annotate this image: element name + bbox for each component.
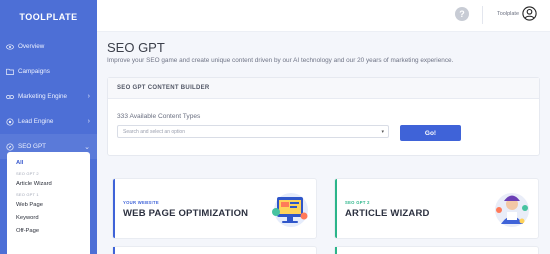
compass-icon [6,142,14,151]
sidebar-item-overview[interactable]: Overview [0,34,97,59]
submenu-item-off-page[interactable]: Off-Page [7,224,90,237]
folder-icon [6,68,14,76]
card-accent [113,179,115,238]
content-type-select[interactable]: Search and select an option ▾ [117,125,389,138]
wizard-illustration-icon [488,188,534,230]
website-illustration-icon [266,188,312,230]
panel-header: SEO GPT CONTENT BUILDER [108,78,539,99]
chevron-down-icon: ⌄ [84,143,90,151]
submenu-item-web-page[interactable]: Web Page [7,198,90,211]
card-kicker: YOUR WEBSITE [123,200,159,205]
divider [482,6,483,24]
question-icon[interactable]: ? [455,7,469,21]
card-partial[interactable] [112,246,317,254]
card-accent [113,247,115,254]
card-article-wizard[interactable]: SEO GPT 2 ARTICLE WIZARD [334,178,539,239]
card-accent [335,179,337,238]
sidebar-item-label: SEO GPT [18,143,46,150]
sidebar: TOOLPLATE Overview Campaigns Marketing E… [0,0,97,254]
card-kicker: SEO GPT 2 [345,200,370,205]
card-accent [335,247,337,254]
user-name[interactable]: Toolplate [497,11,519,17]
sidebar-item-label: Overview [18,43,45,50]
topbar: ? Toolplate [97,0,550,32]
select-placeholder: Search and select an option [123,128,185,135]
submenu-item-all[interactable]: All [7,156,90,169]
sidebar-item-campaigns[interactable]: Campaigns [0,59,97,84]
sidebar-item-label: Campaigns [18,68,50,75]
card-web-page-optimization[interactable]: YOUR WEBSITE WEB PAGE OPTIMIZATION [112,178,317,239]
eye-icon [6,43,14,51]
available-count: 333 Available Content Types [117,113,201,120]
page-subtitle: Improve your SEO game and create unique … [107,57,454,64]
page-title: SEO GPT [107,40,165,55]
submenu-item-article-wizard[interactable]: Article Wizard [7,177,90,190]
sidebar-item-label: Marketing Engine [18,93,68,100]
go-button[interactable]: Go! [400,125,461,141]
user-circle-icon[interactable] [522,6,537,21]
card-title: ARTICLE WIZARD [345,208,430,219]
seo-gpt-submenu: All SEO GPT 2 Article Wizard SEO GPT 1 W… [7,152,90,254]
submenu-item-keyword[interactable]: Keyword [7,211,90,224]
caret-down-icon: ▾ [381,129,384,135]
card-title: WEB PAGE OPTIMIZATION [123,208,249,219]
brand-logo[interactable]: TOOLPLATE [0,0,97,34]
sidebar-item-label: Lead Engine [18,118,54,125]
submenu-header: SEO GPT 1 [16,191,39,197]
sidebar-item-marketing-engine[interactable]: Marketing Engine › [0,84,97,109]
submenu-header: SEO GPT 2 [16,170,39,176]
target-icon [6,117,14,126]
content-builder-panel: SEO GPT CONTENT BUILDER 333 Available Co… [107,77,540,156]
card-partial[interactable] [334,246,539,254]
sidebar-item-lead-engine[interactable]: Lead Engine › [0,109,97,134]
chevron-right-icon: › [87,118,90,125]
link-icon [6,93,14,101]
chevron-right-icon: › [87,93,90,100]
